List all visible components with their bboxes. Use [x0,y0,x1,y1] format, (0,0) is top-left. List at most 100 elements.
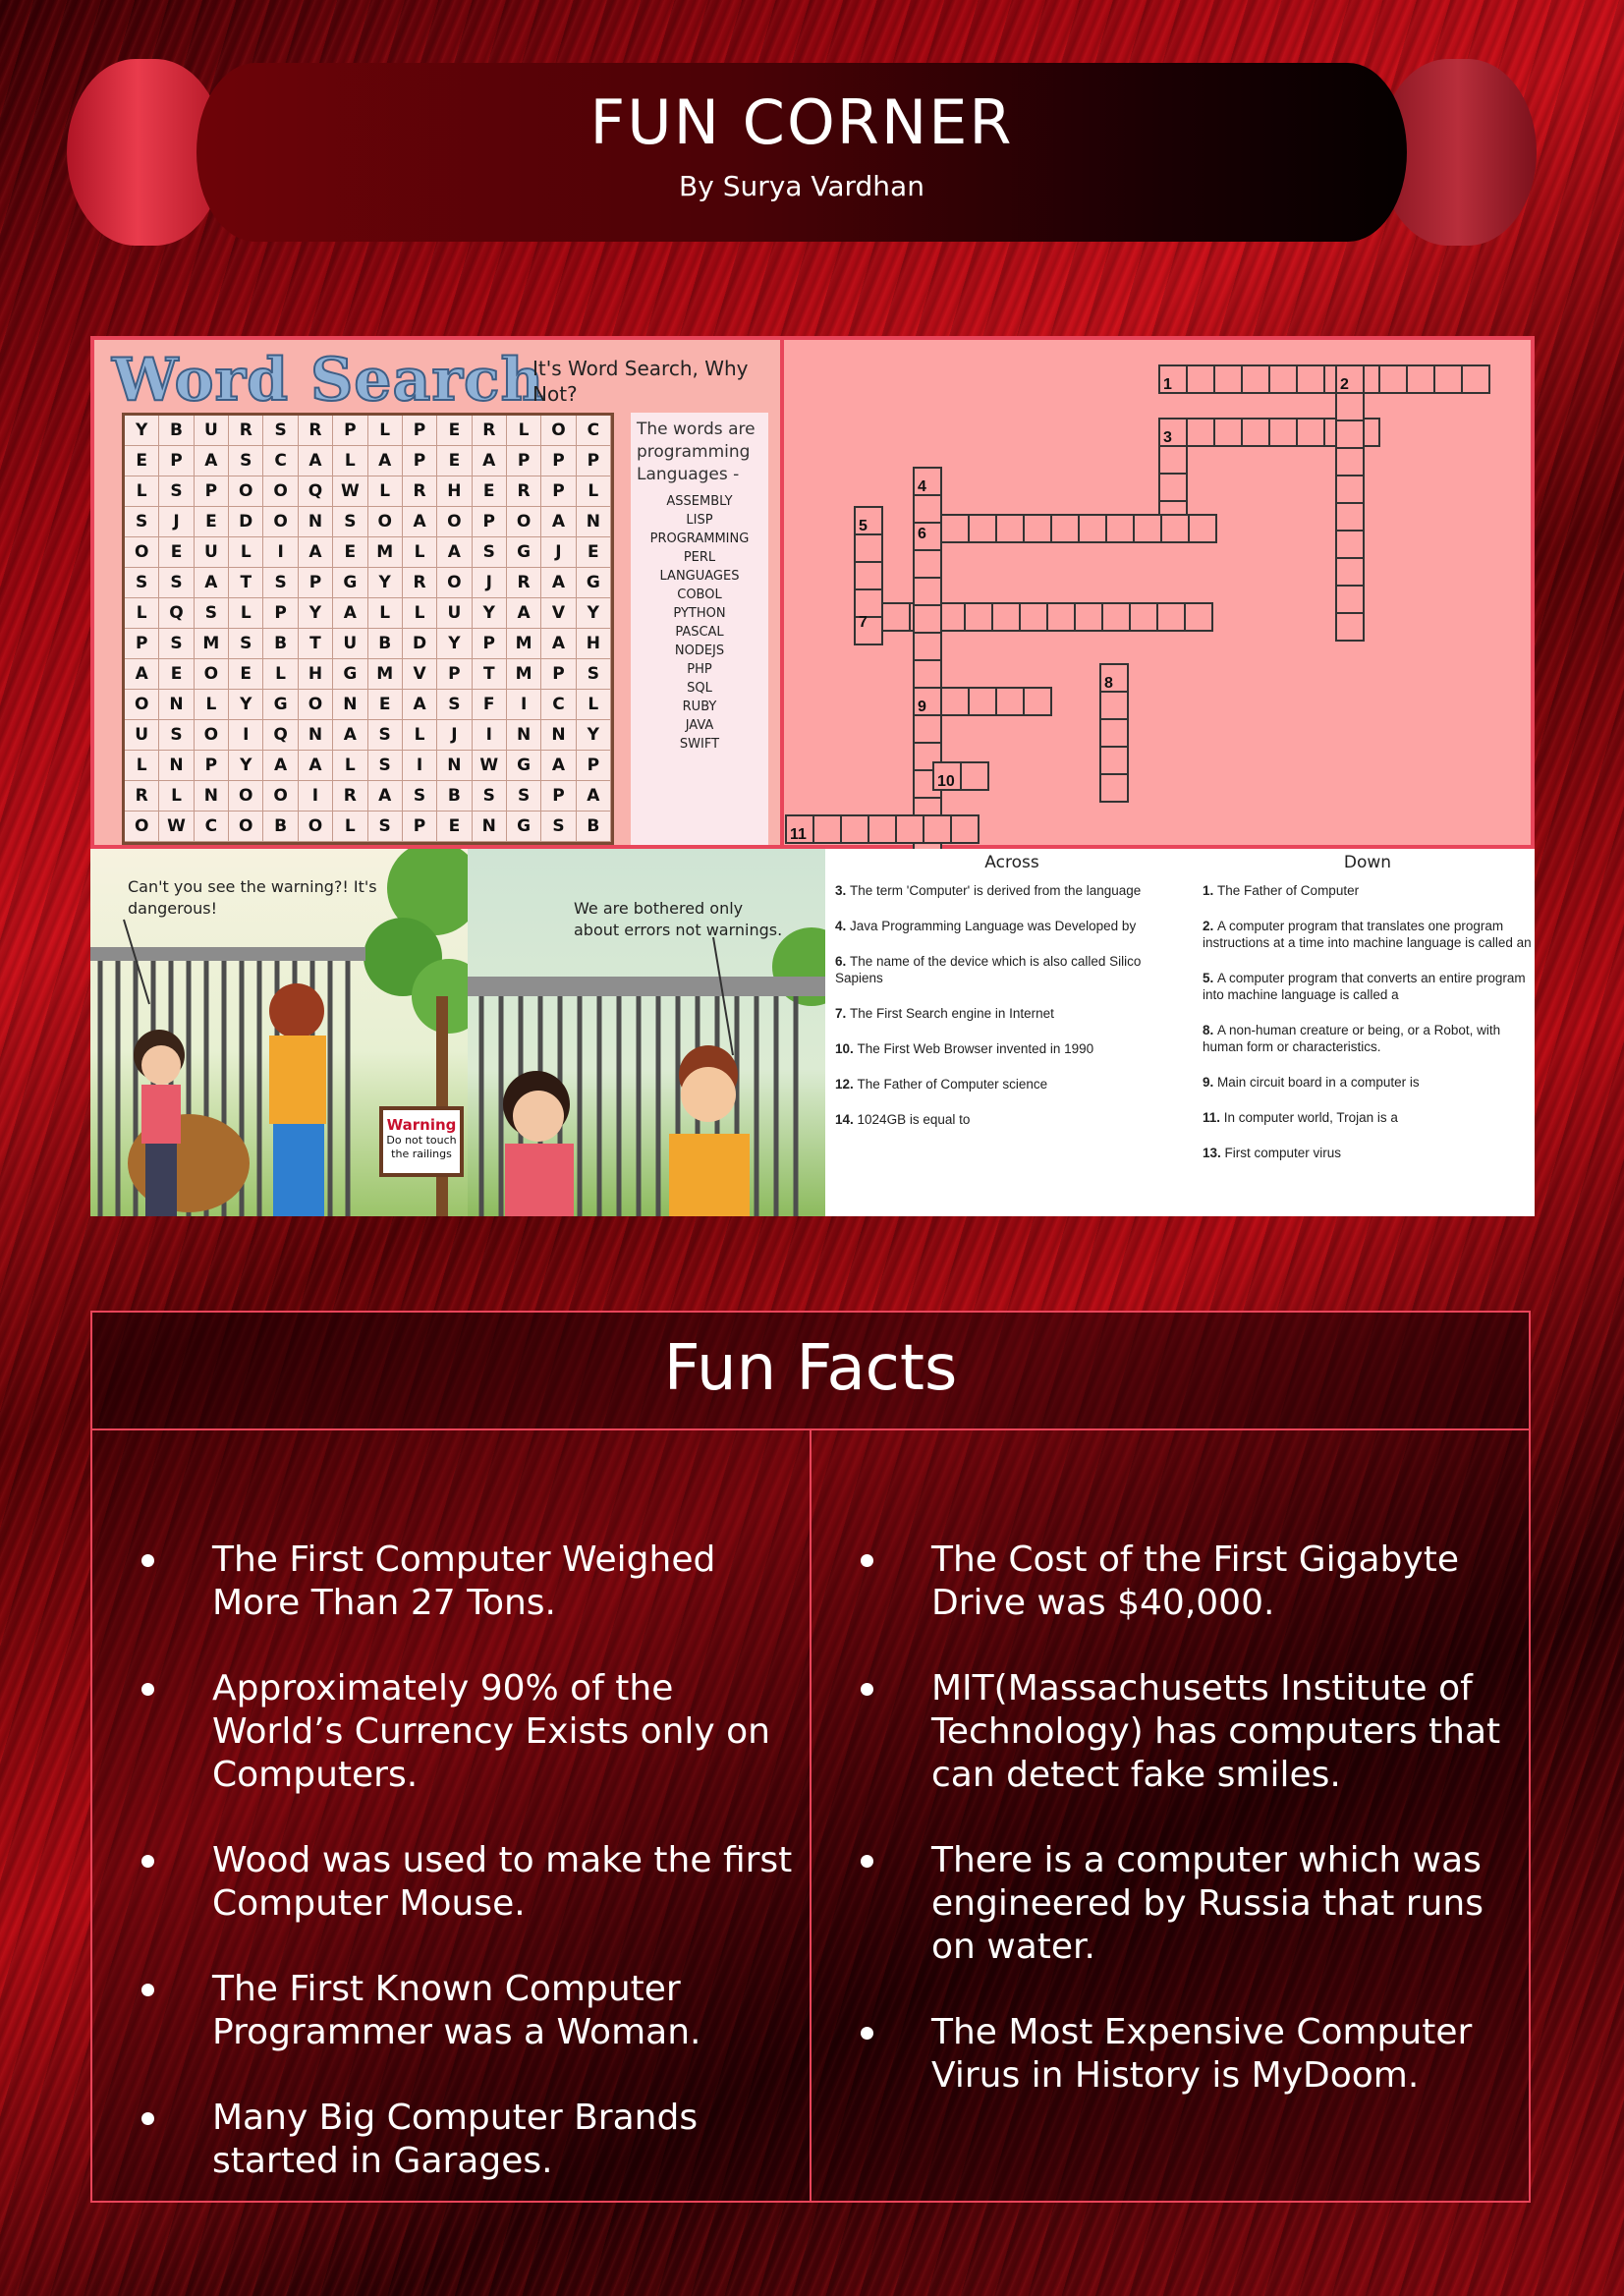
crossword-cell [1184,602,1213,632]
word-search-cell: Y [576,598,611,629]
word-search-cell: L [333,751,368,781]
word-search-cell: N [194,781,230,812]
word-search-cell: C [576,416,611,446]
word-search-cell: W [472,751,507,781]
word-search-cell: R [402,568,438,598]
crossword-number: 6 [918,526,926,542]
word-search-cell: D [229,507,264,537]
word-search-cell: M [367,537,403,568]
word-search-cell: S [159,568,195,598]
bullet-icon [141,1855,154,1868]
clue-number: 3. [835,883,851,898]
crossword-cell [1378,364,1408,394]
word-search-cell: N [298,720,334,751]
word-search-cell: A [194,446,230,476]
word-search-cell: O [125,537,160,568]
word-search-cell: L [333,446,368,476]
word-search-cell: M [506,629,542,659]
fun-facts-section: Fun Facts The First Computer Weighed Mor… [90,1311,1531,2203]
word-search-cell: B [576,812,611,842]
word-search-cell: L [576,476,611,507]
word-search-cell: L [367,416,403,446]
clue-item: 4. Java Programming Language was Develop… [835,918,1189,934]
clue-item: 7. The First Search engine in Internet [835,1005,1189,1022]
bullet-icon [861,1855,873,1868]
word-search-cell: N [333,690,368,720]
bullet-icon [861,2027,873,2040]
crossword-cell [1335,475,1365,504]
crossword-cell [1335,612,1365,642]
crossword-cell [895,814,924,844]
word-list-item: RUBY [682,699,717,714]
word-search-cell: A [298,537,334,568]
clue-number: 9. [1203,1075,1218,1090]
crossword-cell [1296,418,1325,447]
crossword-cell [995,687,1025,716]
crossword-cell [913,577,942,606]
word-search-cell: O [125,812,160,842]
fun-facts-title: Fun Facts [663,1332,958,1405]
word-search-cell: T [298,629,334,659]
crossword-cell [940,514,970,543]
word-list-item: LISP [686,512,713,528]
clue-text: 1024GB is equal to [857,1112,971,1127]
crossword-cell [1268,418,1298,447]
word-search-cell: S [402,781,438,812]
word-search-cell: Y [367,568,403,598]
word-search-cell: Y [229,751,264,781]
word-search-cell: R [229,416,264,446]
word-search-cell: A [125,659,160,690]
word-search-cell: G [506,537,542,568]
crossword-cell [812,814,842,844]
crossword-cell [840,814,869,844]
word-search-cell: A [541,751,577,781]
crossword-cell [968,514,997,543]
word-search-cell: O [367,507,403,537]
word-search-cell: P [472,629,507,659]
word-search-cell: U [125,720,160,751]
crossword-cell [964,602,993,632]
word-search-cell: A [333,720,368,751]
word-search-cell: P [506,446,542,476]
clue-number: 6. [835,954,851,969]
word-search-cell: E [437,446,473,476]
word-search-cell: U [194,537,230,568]
word-search-cell: N [472,812,507,842]
crossword-cell [1296,364,1325,394]
word-search-cell: P [333,416,368,446]
word-list-item: NODEJS [674,643,725,658]
word-search-cell: L [576,690,611,720]
clue-text: The First Search engine in Internet [850,1006,1054,1021]
word-search-cell: L [125,476,160,507]
crossword-cell [991,602,1021,632]
word-search-cell: Y [125,416,160,446]
word-search-cell: G [333,659,368,690]
bullet-icon [141,1683,154,1696]
word-search-cell: T [472,659,507,690]
clue-number: 7. [835,1006,851,1021]
crossword-cell [1160,514,1190,543]
crossword-number: 10 [937,773,955,790]
word-search-cell: L [333,812,368,842]
word-search-cell: U [194,416,230,446]
warning-sign: Warning Do not touch the railings [379,1106,464,1177]
word-search-cell: S [437,690,473,720]
down-list: 1. The Father of Computer 2. A computer p… [1203,882,1533,1161]
crossword-cell [960,761,989,791]
crossword-cell [1099,718,1129,748]
word-list-item: PYTHON [673,605,726,621]
word-list-item: SWIFT [679,736,720,752]
header-banner: FUN CORNER By Surya Vardhan [67,59,1537,246]
clue-text: The Father of Computer science [857,1077,1048,1092]
crossword-cell [1101,602,1131,632]
word-search-cell: S [229,629,264,659]
fun-fact-text: There is a computer which was engineered… [931,1840,1484,1967]
word-search-cell: L [402,537,438,568]
crossword-cell [854,561,883,590]
speech-bubble-left: Can't you see the warning?! It's dangero… [128,877,377,918]
word-search-cell: I [506,690,542,720]
crossword-cell [913,632,942,661]
word-search-cell: S [541,812,577,842]
word-search-cell: B [263,629,299,659]
word-search-cell: Q [159,598,195,629]
